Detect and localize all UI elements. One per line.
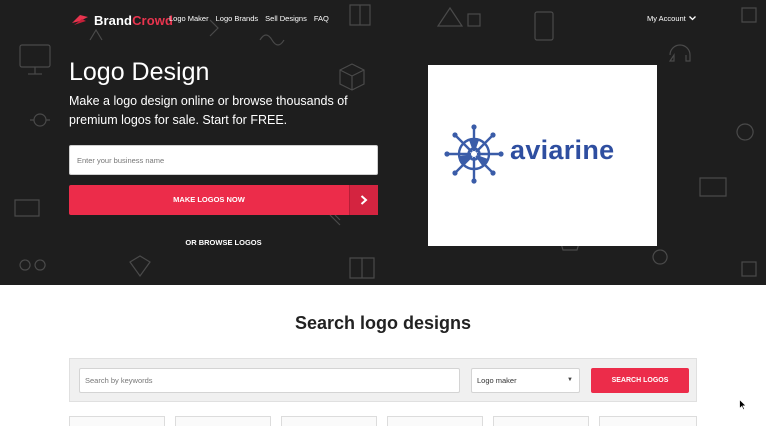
logo-results-row [69, 416, 697, 426]
chevron-down-icon [688, 16, 696, 21]
ship-wheel-propeller-icon [444, 124, 504, 184]
search-panel: Logo maker ▼ SEARCH LOGOS [69, 358, 697, 402]
brand-logo-text: BrandCrowd [94, 13, 173, 28]
logo-card[interactable] [69, 416, 165, 426]
brand-logo-icon [72, 15, 88, 25]
select-caret-icon: ▼ [567, 377, 573, 383]
brand-name-part1: Brand [94, 12, 133, 28]
logo-card[interactable] [493, 416, 589, 426]
hero-section: BrandCrowd Logo Maker Logo Brands Sell D… [0, 0, 766, 285]
search-logos-button[interactable]: SEARCH LOGOS [591, 368, 689, 393]
mouse-cursor-icon [739, 399, 747, 411]
page-title: Logo Design [69, 58, 210, 86]
top-nav: BrandCrowd Logo Maker Logo Brands Sell D… [0, 0, 766, 38]
search-section-title: Search logo designs [294, 313, 472, 333]
keyword-search-input[interactable] [79, 368, 460, 393]
logo-card[interactable] [175, 416, 271, 426]
preview-brand-name: aviarine [510, 135, 615, 165]
logo-preview-card: aviarine [428, 65, 657, 246]
nav-link-logo-brands[interactable]: Logo Brands [216, 14, 259, 23]
logo-card[interactable] [281, 416, 377, 426]
brand-name-part2: Crowd [132, 12, 174, 28]
account-label: My Account [647, 14, 686, 23]
logo-type-select[interactable]: Logo maker ▼ [471, 368, 580, 393]
browse-logos-link[interactable]: OR BROWSE LOGOS [69, 238, 378, 247]
nav-links: Logo Maker Logo Brands Sell Designs FAQ [169, 14, 329, 23]
brand-logo[interactable]: BrandCrowd [70, 10, 173, 30]
logo-card[interactable] [387, 416, 483, 426]
make-logos-button[interactable]: MAKE LOGOS NOW [69, 185, 378, 215]
logo-card[interactable] [599, 416, 697, 426]
nav-link-sell-designs[interactable]: Sell Designs [265, 14, 307, 23]
nav-link-faq[interactable]: FAQ [314, 14, 329, 23]
arrow-right-icon [360, 195, 368, 205]
account-menu[interactable]: My Account [647, 14, 696, 23]
logo-type-selected: Logo maker [477, 376, 517, 385]
make-logos-label: MAKE LOGOS NOW [173, 195, 245, 204]
make-logos-arrow [349, 185, 378, 215]
business-name-input[interactable] [69, 145, 378, 175]
nav-link-logo-maker[interactable]: Logo Maker [169, 14, 209, 23]
hero-subtitle: Make a logo design online or browse thou… [69, 94, 348, 127]
